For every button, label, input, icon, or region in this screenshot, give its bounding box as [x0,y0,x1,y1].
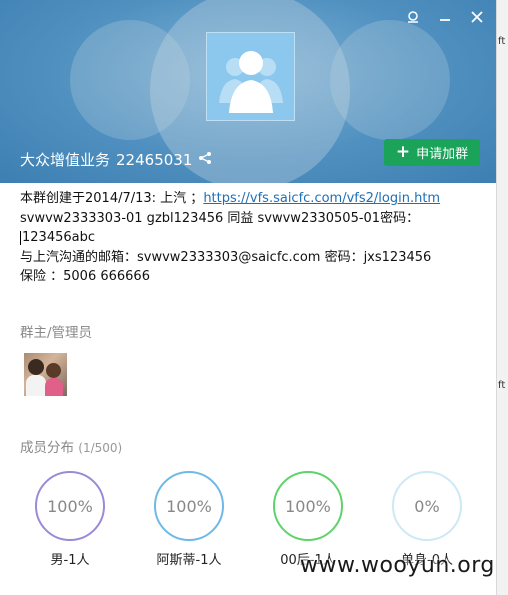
stat-ring: 100% [154,471,224,541]
description-line: svwvw2333303-01 gzbl123456 同益 svwvw23305… [20,210,420,226]
members-title: 成员分布 [20,440,74,456]
minimize-icon[interactable] [436,8,454,26]
stat-ring: 100% [273,471,343,541]
stat-region[interactable]: 100% 阿斯蒂-1人 [139,471,239,568]
description-line: 本群创建于2014/7/13: 上汽 ；https://vfs.saicfc.c… [20,189,490,209]
group-title: 大众增值业务 22465031 [20,149,212,170]
description-text: 123456abc [22,230,95,245]
members-count: (1/500) [78,441,123,455]
join-group-label: 申请加群 [416,147,469,162]
stat-gender[interactable]: 100% 男-1人 [20,471,120,568]
window-controls [404,8,486,26]
stat-percent: 100% [47,496,93,516]
header-background-shape [70,20,190,140]
group-users-icon [206,32,295,121]
background-window-edge: ft ft [496,0,508,595]
description-line: 保险 ：5006 666666 [20,269,150,284]
stat-ring: 100% [35,471,105,541]
admin-avatar[interactable] [24,353,67,396]
share-icon[interactable] [198,151,212,169]
login-link[interactable]: https://vfs.saicfc.com/vfs2/login.htm [203,191,440,206]
stat-label: 男-1人 [50,553,90,568]
join-group-button[interactable]: + 申请加群 [384,139,480,166]
pin-icon[interactable] [404,8,422,26]
close-icon[interactable] [468,8,486,26]
group-header: 大众增值业务 22465031 + 申请加群 [0,0,496,183]
group-name: 大众增值业务 [20,151,111,169]
description-text: 本群创建于2014/7/13: 上汽 ； [20,191,204,206]
stat-label: 阿斯蒂-1人 [156,553,222,568]
description-line: 与上汽沟通的邮箱：svwvw2333303@saicfc.com 密码：jxs1… [20,249,432,265]
admins-section-title: 群主/管理员 [20,325,93,341]
description-line: 123456abc [20,228,490,248]
group-description[interactable]: 本群创建于2014/7/13: 上汽 ；https://vfs.saicfc.c… [20,189,490,287]
members-section-title: 成员分布 (1/500) [20,436,122,456]
header-background-shape [330,20,450,140]
group-id: 22465031 [116,150,193,169]
text-cursor [20,230,21,245]
stat-percent: 100% [285,496,331,516]
background-text: ft [498,36,506,47]
stat-percent: 0% [414,496,440,516]
stat-percent: 100% [166,496,212,516]
stat-ring: 0% [392,471,462,541]
watermark: www.wooyun.org [300,553,495,578]
plus-icon: + [395,142,411,162]
background-text: ft [498,380,506,391]
